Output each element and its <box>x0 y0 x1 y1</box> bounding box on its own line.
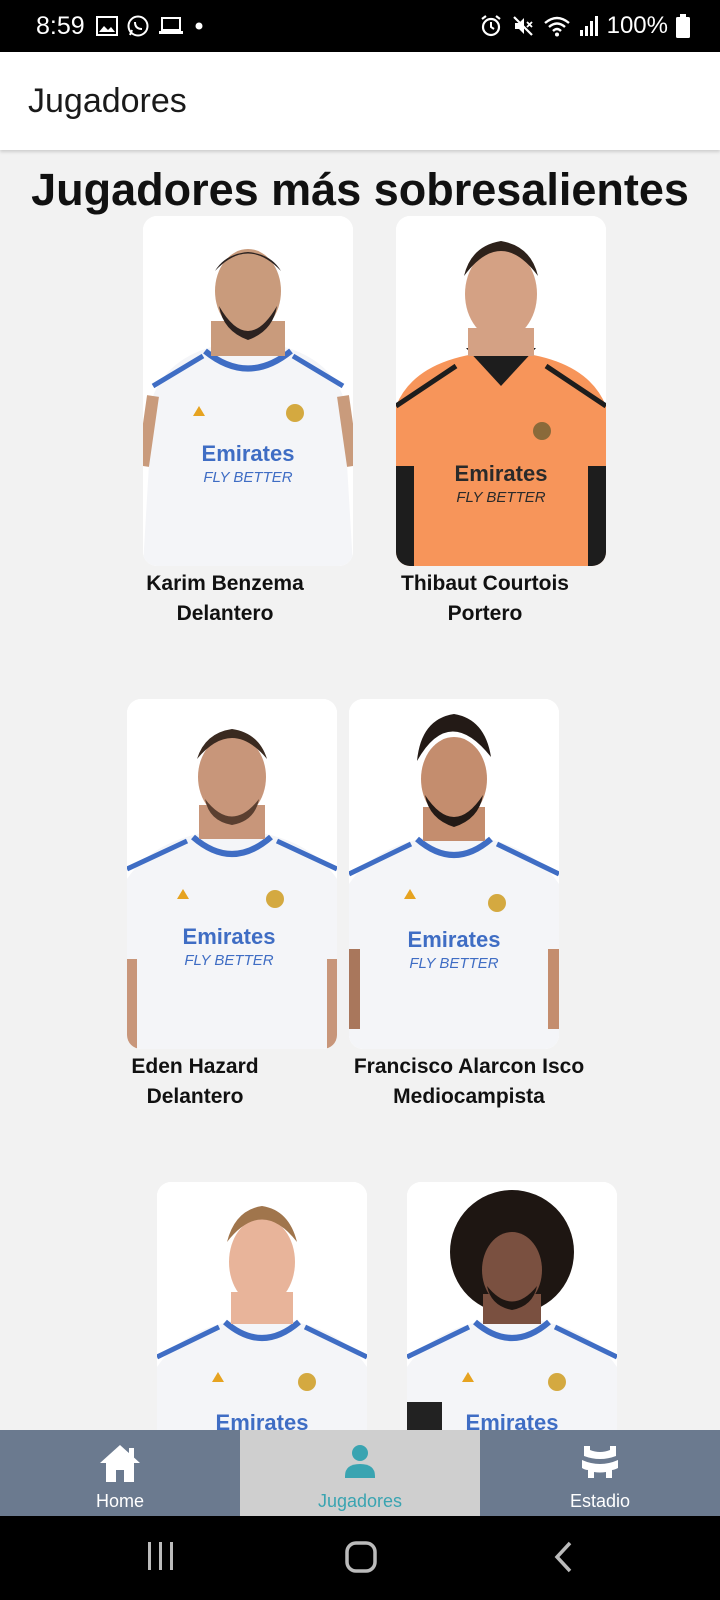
signal-icon <box>579 16 598 36</box>
player-photo: Emirates <box>407 1182 617 1430</box>
image-icon <box>96 16 118 36</box>
status-bar: 8:59 100% <box>0 0 720 52</box>
svg-text:FLY BETTER: FLY BETTER <box>203 469 292 486</box>
svg-text:FLY BETTER: FLY BETTER <box>456 489 545 506</box>
svg-text:Emirates: Emirates <box>408 927 501 952</box>
player-photo: Emirates <box>157 1182 367 1430</box>
svg-text:Emirates: Emirates <box>216 1410 309 1430</box>
status-right-icons: 100% <box>479 12 690 40</box>
svg-text:Emirates: Emirates <box>455 461 548 486</box>
battery-percent: 100% <box>606 12 668 39</box>
player-position: Portero <box>447 602 523 625</box>
dot-icon <box>195 22 203 30</box>
player-card[interactable]: Emirates <box>407 1182 617 1430</box>
player-name: Karim Benzema <box>146 572 304 595</box>
player-position: Delantero <box>146 1085 244 1108</box>
player-card[interactable]: Emirates FLY BETTER <box>127 699 337 1049</box>
player-photo: Emirates FLY BETTER <box>349 699 559 1049</box>
battery-icon <box>676 14 690 38</box>
wifi-icon <box>543 16 570 37</box>
nav-home-label: Home <box>95 1491 144 1511</box>
player-photo: Emirates FLY BETTER <box>143 216 353 566</box>
page-title: Jugadores <box>28 82 187 120</box>
nav-estadio-label: Estadio <box>569 1491 631 1511</box>
back-icon[interactable] <box>552 1540 574 1574</box>
player-card[interactable]: Emirates FLY BETTER <box>349 699 559 1049</box>
alarm-icon <box>480 15 501 37</box>
player-position: Delantero <box>176 602 274 625</box>
whatsapp-icon <box>127 15 149 37</box>
laptop-icon <box>159 17 183 34</box>
person-icon <box>345 1445 375 1478</box>
player-position: Mediocampista <box>393 1085 545 1108</box>
svg-text:FLY BETTER: FLY BETTER <box>184 952 273 969</box>
svg-text:Emirates: Emirates <box>202 441 295 466</box>
player-name: Francisco Alarcon Isco <box>353 1055 585 1078</box>
player-card[interactable]: Emirates FLY BETTER <box>143 216 353 566</box>
status-left-icons <box>96 14 206 38</box>
nav-jugadores[interactable]: Jugadores <box>240 1430 480 1516</box>
svg-text:FLY BETTER: FLY BETTER <box>409 955 498 972</box>
home-button-icon[interactable] <box>344 1540 378 1574</box>
bottom-nav: Home Jugadores Estadio <box>0 1430 720 1516</box>
recents-icon[interactable] <box>146 1540 176 1572</box>
players-content[interactable]: Jugadores más sobresalientes Emirates FL… <box>0 150 720 1430</box>
system-nav-bar <box>0 1516 720 1600</box>
player-card[interactable]: Emirates FLY BETTER <box>396 216 606 566</box>
svg-text:Emirates: Emirates <box>466 1410 559 1430</box>
app-bar: Jugadores <box>0 52 720 150</box>
player-card[interactable]: Emirates <box>157 1182 367 1430</box>
svg-text:Emirates: Emirates <box>183 924 276 949</box>
player-photo: Emirates FLY BETTER <box>396 216 606 566</box>
status-time: 8:59 <box>36 12 85 40</box>
section-heading: Jugadores más sobresalientes <box>31 164 689 215</box>
player-photo: Emirates FLY BETTER <box>127 699 337 1049</box>
player-name: Thibaut Courtois <box>401 572 569 595</box>
player-name: Eden Hazard <box>131 1055 259 1078</box>
nav-estadio[interactable]: Estadio <box>480 1430 720 1516</box>
mute-icon <box>512 16 533 36</box>
home-icon <box>100 1445 140 1482</box>
nav-jugadores-label: Jugadores <box>317 1491 403 1511</box>
nav-home[interactable]: Home <box>0 1430 240 1516</box>
stadium-icon <box>582 1446 618 1478</box>
